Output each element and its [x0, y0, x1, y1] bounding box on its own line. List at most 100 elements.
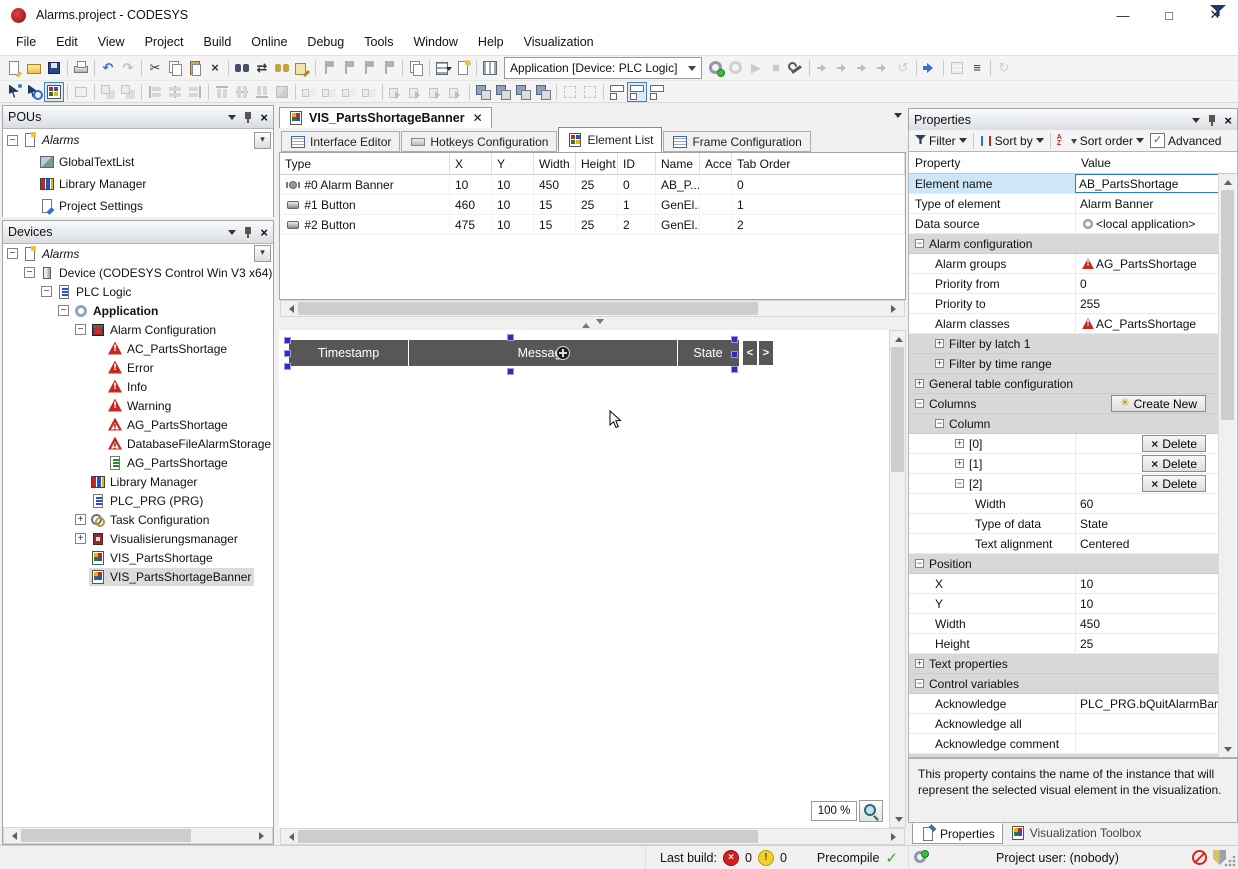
paste-icon[interactable] — [186, 59, 204, 77]
pin-icon[interactable] — [244, 226, 252, 238]
properties-vertical-scrollbar[interactable] — [1218, 174, 1236, 757]
property-value[interactable]: 0 — [1075, 274, 1220, 293]
bookmark-prev-icon[interactable] — [340, 59, 358, 77]
property-group-filter-by-time-range[interactable]: +Filter by time range — [909, 354, 1220, 374]
space-horizontal-icon[interactable] — [300, 83, 318, 101]
bookmark-next-icon[interactable] — [360, 59, 378, 77]
expand-box[interactable]: − — [75, 324, 86, 335]
expand-box[interactable]: + — [75, 533, 86, 544]
align-middle-icon[interactable] — [233, 83, 251, 101]
delete-button[interactable]: ×Delete — [1142, 475, 1206, 492]
visu-select-icon[interactable] — [5, 83, 23, 101]
align-top-icon[interactable] — [213, 83, 231, 101]
close-icon[interactable]: × — [1224, 114, 1232, 127]
column-header-y[interactable]: Y — [492, 153, 534, 174]
property-row-acknowledge[interactable]: AcknowledgePLC_PRG.bQuitAlarmBanner — [909, 694, 1220, 714]
space-vertical-equal-icon[interactable] — [360, 83, 378, 101]
pin-icon[interactable] — [244, 111, 252, 123]
expand-box[interactable]: − — [955, 479, 964, 488]
column-header-height[interactable]: Height — [576, 153, 618, 174]
flow-control-icon[interactable] — [948, 59, 966, 77]
panel-menu-icon[interactable] — [1192, 118, 1200, 127]
expand-box[interactable]: − — [915, 239, 924, 248]
tree-item-vis-partsshortage[interactable]: VIS_PartsShortage — [3, 548, 273, 567]
expand-box[interactable]: + — [75, 514, 86, 525]
selection-handle[interactable] — [284, 350, 291, 357]
space-horizontal-equal-icon[interactable] — [320, 83, 338, 101]
project-environment-icon[interactable] — [481, 59, 499, 77]
column-header-tab-order[interactable]: Tab Order — [732, 153, 905, 174]
property-row-type-of-data[interactable]: Type of dataState — [909, 514, 1220, 534]
property-value[interactable]: ×Delete — [1075, 434, 1220, 453]
size-height-icon[interactable] — [407, 83, 425, 101]
property-group-general-table-configuration[interactable]: +General table configuration — [909, 374, 1220, 394]
editor-splitter[interactable] — [279, 317, 906, 330]
bottom-tab-visualization-toolbox[interactable]: Visualization Toolbox — [1003, 823, 1149, 842]
property-row-0[interactable]: +[0]×Delete — [909, 434, 1220, 454]
expand-box[interactable]: − — [915, 399, 924, 408]
group-icon[interactable] — [99, 83, 117, 101]
expand-box[interactable]: − — [58, 305, 69, 316]
resize-grip[interactable] — [1224, 855, 1236, 867]
selection-handle[interactable] — [731, 366, 738, 373]
tree-item-library-manager[interactable]: Library Manager — [3, 173, 273, 195]
scroll-right-arrow[interactable] — [255, 828, 272, 843]
selection-handle[interactable] — [507, 334, 514, 341]
property-value[interactable]: State — [1075, 514, 1220, 533]
layout-anchor-icon[interactable] — [608, 83, 626, 101]
tree-item-alarm-configuration[interactable]: −Alarm Configuration — [3, 320, 273, 339]
menu-window[interactable]: Window — [403, 30, 467, 55]
step-over-icon[interactable] — [814, 59, 832, 77]
new-project-icon[interactable] — [5, 59, 23, 77]
filter-button[interactable]: Filter — [912, 134, 970, 148]
stop-icon[interactable]: ■ — [767, 59, 785, 77]
property-group-position[interactable]: −Position — [909, 554, 1220, 574]
property-value[interactable]: ×Delete — [1075, 474, 1220, 493]
property-row-x[interactable]: X10 — [909, 574, 1220, 594]
property-value[interactable]: 10 — [1075, 594, 1220, 613]
property-row-text-alignment[interactable]: Text alignmentCentered — [909, 534, 1220, 554]
create-new-button[interactable]: ✳Create New — [1111, 395, 1206, 412]
visu-zoom-select-icon[interactable] — [25, 83, 43, 101]
tree-item-visualisierungsmanager[interactable]: +Visualisierungsmanager — [3, 529, 273, 548]
bookmark-clear-icon[interactable] — [380, 59, 398, 77]
property-value[interactable] — [1075, 754, 1220, 757]
close-icon[interactable]: × — [260, 111, 268, 124]
visualization-filter-funnel-icon[interactable] — [1210, 4, 1226, 20]
property-value[interactable] — [1075, 554, 1220, 573]
splitter-down-icon[interactable] — [596, 319, 604, 328]
minimize-button[interactable]: — — [1100, 0, 1146, 30]
align-right-icon[interactable] — [186, 83, 204, 101]
watch-icon[interactable]: ≡ — [968, 59, 986, 77]
banner-prev-button[interactable]: < — [743, 341, 757, 365]
property-row-1[interactable]: +[1]×Delete — [909, 454, 1220, 474]
property-row-acknowledge-all[interactable]: Acknowledge all — [909, 714, 1220, 734]
scroll-thumb[interactable] — [1221, 190, 1234, 420]
checkbox-checked-icon[interactable] — [1150, 133, 1165, 148]
tree-item-plc-prg-prg[interactable]: PLC_PRG (PRG) — [3, 491, 273, 510]
column-header-acce[interactable]: Acce... — [700, 153, 732, 174]
property-value[interactable]: ×Delete — [1075, 454, 1220, 473]
tree-item-library-manager[interactable]: Library Manager — [3, 472, 273, 491]
subtab-frame-configuration[interactable]: Frame Configuration — [663, 131, 810, 152]
tree-item-ag-partsshortage[interactable]: AG_PartsShortage — [3, 453, 273, 472]
user-management-icon[interactable] — [913, 850, 929, 866]
property-value[interactable]: 25 — [1075, 634, 1220, 653]
login-icon[interactable] — [707, 59, 725, 77]
tree-item-databasefilealarmstorage[interactable]: !DatabaseFileAlarmStorage — [3, 434, 273, 453]
property-row-priority-to[interactable]: Priority to255 — [909, 294, 1220, 314]
start-icon[interactable]: ▶ — [747, 59, 765, 77]
tree-item-vis-partsshortagebanner[interactable]: VIS_PartsShortageBanner — [3, 567, 273, 586]
element-center-marker-icon[interactable] — [556, 346, 570, 360]
menu-project[interactable]: Project — [135, 30, 194, 55]
property-group-filter-by-latch-1[interactable]: +Filter by latch 1 — [909, 334, 1220, 354]
scroll-left-arrow[interactable] — [281, 301, 298, 316]
tree-item-task-configuration[interactable]: +Task Configuration — [3, 510, 273, 529]
property-value[interactable]: !AG_PartsShortage — [1075, 254, 1220, 273]
property-value[interactable] — [1075, 414, 1220, 433]
step-into-icon[interactable] — [834, 59, 852, 77]
tree-item-project-settings[interactable]: Project Settings — [3, 195, 273, 217]
property-group-control-variables[interactable]: −Control variables — [909, 674, 1220, 694]
property-value[interactable] — [1075, 334, 1220, 353]
menu-view[interactable]: View — [88, 30, 135, 55]
